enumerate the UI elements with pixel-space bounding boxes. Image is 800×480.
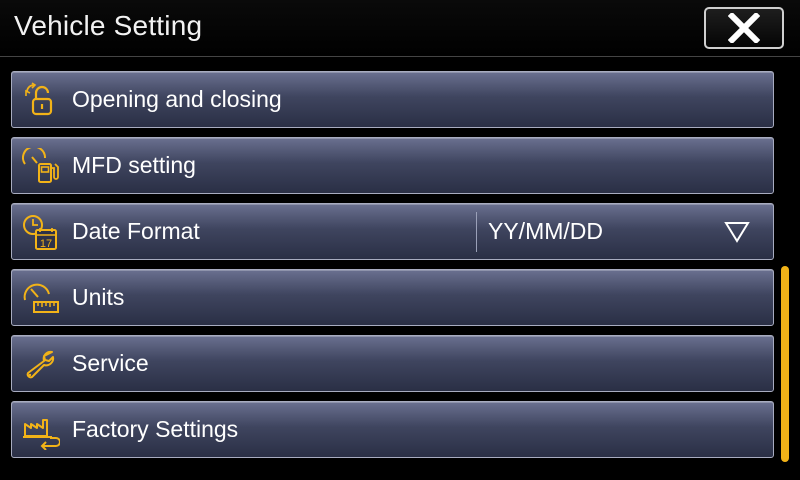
date-format-value[interactable]: YY/MM/DD: [488, 218, 603, 245]
value-divider: [476, 212, 477, 252]
menu-item-label: Factory Settings: [72, 416, 239, 442]
vehicle-setting-screen: Vehicle Setting Opening and closing MFD …: [0, 0, 800, 480]
wrench-icon: [26, 350, 55, 379]
menu-item-units[interactable]: Units: [11, 269, 774, 326]
calendar-clock-icon: 17: [23, 215, 57, 250]
menu-item-service[interactable]: Service: [11, 335, 774, 392]
menu-item-opening-and-closing[interactable]: Opening and closing: [11, 71, 774, 128]
menu-item-label: MFD setting: [72, 152, 196, 178]
mfd-icon: [22, 148, 59, 183]
dropdown-triangle-icon[interactable]: [724, 220, 750, 244]
factory-reset-icon: [23, 419, 60, 450]
scrollbar[interactable]: [781, 266, 789, 462]
menu-item-factory-settings[interactable]: Factory Settings: [11, 401, 774, 458]
menu-item-label: Service: [72, 350, 149, 376]
menu-item-mfd-setting[interactable]: MFD setting: [11, 137, 774, 194]
svg-text:17: 17: [40, 238, 52, 250]
unlock-icon: [25, 82, 53, 116]
menu-item-date-format[interactable]: 17 Date Format YY/MM/DD: [11, 203, 774, 260]
units-gauge-icon: [23, 283, 59, 313]
menu-item-label: Opening and closing: [72, 86, 282, 112]
menu-item-label: Units: [72, 284, 125, 310]
scrollbar-thumb[interactable]: [781, 266, 789, 462]
settings-list: Opening and closing MFD setting 17 Date …: [0, 0, 800, 480]
menu-item-label: Date Format: [72, 218, 200, 244]
